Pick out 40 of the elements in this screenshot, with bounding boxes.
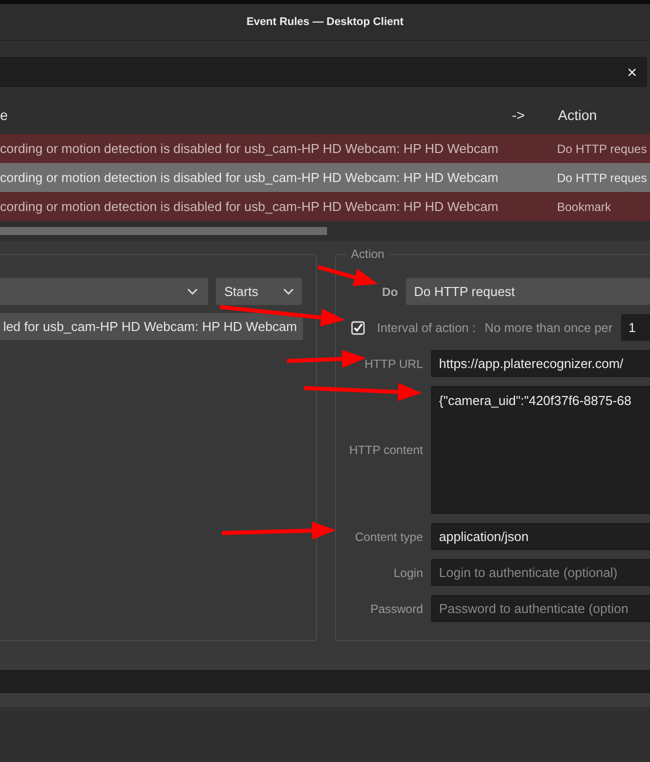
window-title: Event Rules — Desktop Client xyxy=(246,16,404,28)
action-dropdown[interactable]: Do HTTP request xyxy=(406,278,650,305)
interval-spinbox[interactable]: 1 xyxy=(620,314,650,341)
field-label: Password xyxy=(369,602,424,616)
input-field[interactable]: https://app.platerecognizer.com/ xyxy=(431,350,650,377)
column-header[interactable]: -> xyxy=(510,107,558,123)
clear-button[interactable]: × xyxy=(627,64,637,80)
input-field[interactable]: Login to authenticate (optional) xyxy=(431,559,650,586)
scrollbar-thumb[interactable] xyxy=(0,227,327,235)
field-label: HTTP URL xyxy=(364,356,424,370)
interval-label: Interval of action : xyxy=(377,320,476,334)
input-field[interactable]: application/json xyxy=(431,523,650,550)
event-type-dropdown[interactable] xyxy=(0,278,208,305)
interval-text: No more than once per xyxy=(484,320,613,334)
text-area[interactable]: {"camera_uid":"420f37f6-8875-68 xyxy=(431,386,650,514)
table-row[interactable]: cording or motion detection is disabled for usb_cam-HP HD Webcam: HP HD Webcam Do HTTP reques xyxy=(0,163,650,192)
chevron-icon xyxy=(187,288,198,295)
search-field[interactable]: × xyxy=(0,57,647,87)
group-title: Action xyxy=(346,247,390,261)
table-cell: Do HTTP reques xyxy=(557,142,647,156)
field-label: Login xyxy=(392,566,424,580)
column-header[interactable]: e xyxy=(0,107,510,123)
checkbox[interactable] xyxy=(351,320,365,334)
dropdown-value: Starts xyxy=(224,284,258,299)
field-label: Do xyxy=(381,284,399,298)
annotation-arrow xyxy=(317,265,378,286)
event-field[interactable]: led for usb_cam-HP HD Webcam: HP HD Webcam xyxy=(0,313,303,340)
table-cell: Bookmark xyxy=(557,200,612,214)
table-row[interactable]: cording or motion detection is disabled for usb_cam-HP HD Webcam: HP HD Webcam Do HTTP reques xyxy=(0,134,650,163)
table-cell-text: cording or motion detection is disabled for usb_cam-HP HD Webcam: HP HD Webcam xyxy=(0,199,500,214)
input-field[interactable]: Password to authenticate (option xyxy=(431,595,650,622)
table-cell: Do HTTP reques xyxy=(557,170,647,184)
field-label: Content type xyxy=(354,530,424,544)
field-label: HTTP content xyxy=(348,443,424,457)
table-row[interactable]: cording or motion detection is disabled for usb_cam-HP HD Webcam: HP HD Webcam Bookmark xyxy=(0,192,650,221)
state-dropdown[interactable]: Starts xyxy=(216,278,302,305)
column-header[interactable]: Action xyxy=(558,107,597,123)
chevron-icon xyxy=(283,288,294,295)
table-cell-text: cording or motion detection is disabled for usb_cam-HP HD Webcam: HP HD Webcam xyxy=(0,141,500,156)
table-cell-text: cording or motion detection is disabled for usb_cam-HP HD Webcam: HP HD Webcam xyxy=(0,170,500,185)
